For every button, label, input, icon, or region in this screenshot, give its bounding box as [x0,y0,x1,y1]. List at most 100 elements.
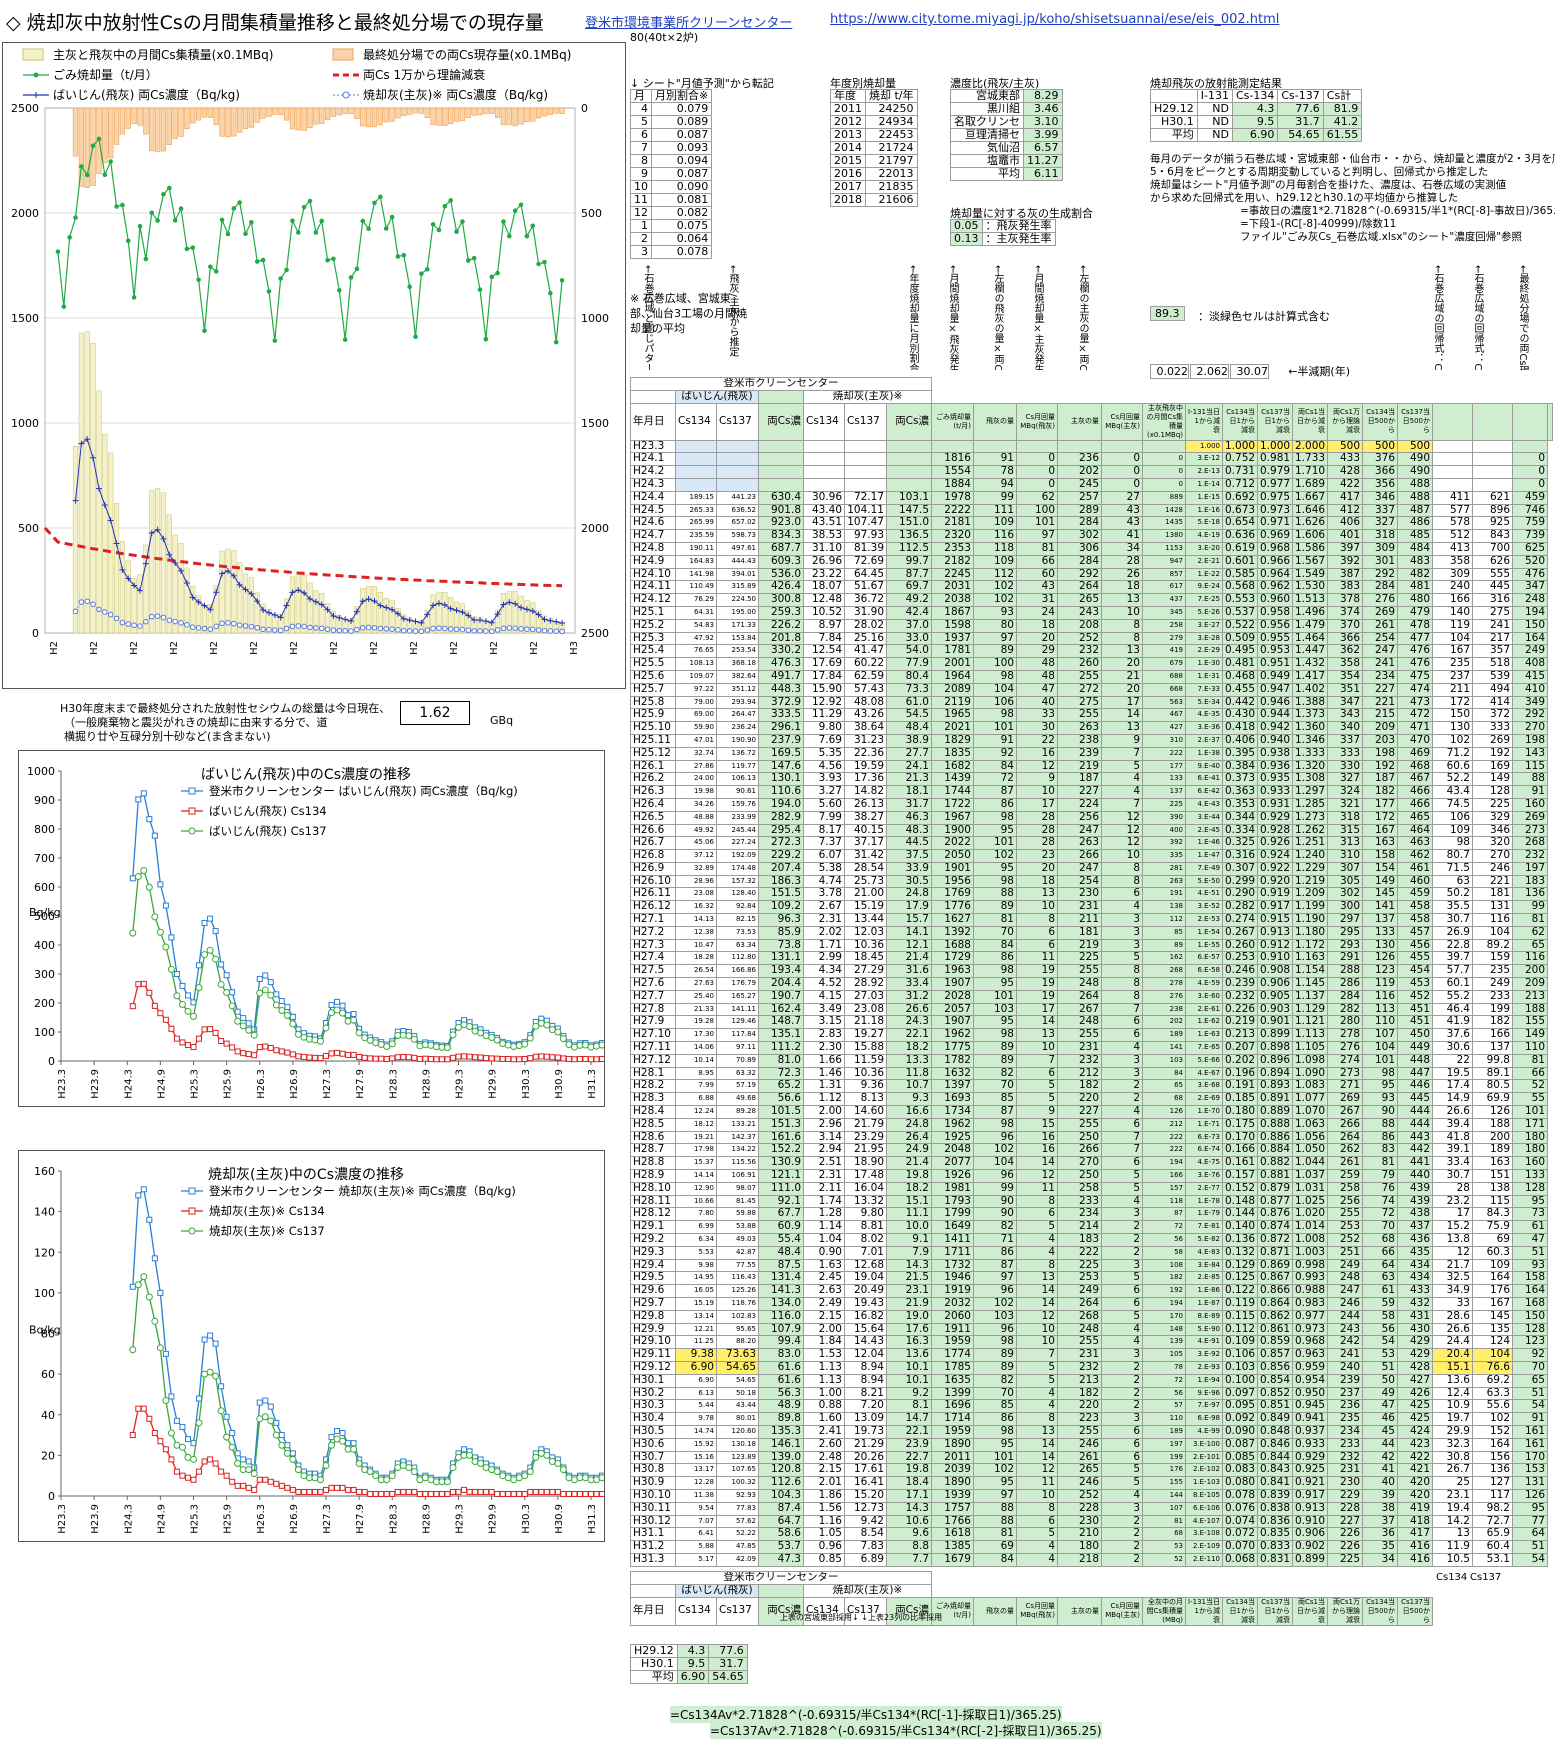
table-cell[interactable]: 5 [1101,951,1143,966]
table-cell[interactable]: H25.3 [630,631,676,646]
table-cell[interactable]: 0.896 [1257,1053,1293,1068]
table-cell[interactable]: H29.12 [630,1360,676,1375]
table-cell[interactable]: 1397 [931,1079,974,1094]
table-cell[interactable]: 0.881 [1257,1169,1293,1183]
table-cell[interactable]: 6 [1101,1424,1143,1439]
table-cell[interactable]: 43.4 [1432,785,1473,799]
table-cell[interactable]: 3.E-36 [1185,721,1223,735]
table-cell[interactable]: 182 [1362,785,1398,799]
table-cell[interactable]: 1.129 [1292,1002,1328,1017]
table-cell[interactable]: 79.00 [675,695,717,710]
table-cell[interactable]: 66 [1512,1066,1548,1081]
table-cell[interactable]: 49.2 [886,593,932,607]
table-cell[interactable]: 1722 [931,797,974,812]
table-cell[interactable]: 7.01 [844,1245,887,1260]
table-cell[interactable]: 520 [1512,554,1548,569]
table-cell[interactable]: 0.585 [1222,567,1258,582]
table-cell[interactable]: 0.937 [1292,1424,1328,1439]
table-cell[interactable]: 83 [1362,1143,1398,1158]
table-cell[interactable]: 3.E-100 [1185,1437,1223,1452]
table-cell[interactable]: 21.4 [886,1156,932,1171]
table-cell[interactable]: 20.4 [1432,1348,1473,1362]
table-cell[interactable]: 21.29 [844,1437,887,1452]
table-cell[interactable]: 0.854 [1257,1373,1293,1388]
table-cell[interactable]: 301 [1362,554,1398,569]
table-cell[interactable]: 427 [1397,1373,1433,1388]
table-cell[interactable]: 164 [1512,1284,1548,1298]
table-cell[interactable]: 490 [1397,452,1433,467]
table-cell[interactable]: 476 [1397,657,1433,671]
table-cell[interactable]: 1.667 [1292,490,1328,505]
table-cell[interactable]: 1.346 [1292,733,1328,748]
table-cell[interactable]: 5.88 [675,1540,717,1554]
table-cell[interactable]: 288 [1327,964,1363,979]
table-cell[interactable]: 7.E-81 [1185,1220,1223,1234]
table-cell[interactable]: 73.63 [716,1348,759,1362]
table-cell[interactable]: 20 [1101,657,1143,671]
table-cell[interactable]: 0.929 [1257,810,1293,825]
table-cell[interactable]: 321 [1327,797,1363,812]
table-cell[interactable]: 70.89 [716,1053,759,1068]
table-cell[interactable]: 0.844 [1257,1450,1293,1465]
table-cell[interactable]: 4.E-67 [1185,1066,1223,1081]
table-cell[interactable]: 2.30 [803,1041,845,1055]
table-cell[interactable]: H31.2 [630,1540,676,1554]
table-cell[interactable]: 1554 [931,465,974,479]
table-cell[interactable]: 0.971 [1257,516,1293,531]
table-cell[interactable]: 13.32 [844,1194,887,1209]
table-cell[interactable]: 1907 [931,977,974,991]
table-cell[interactable]: 679 [1142,657,1186,671]
table-cell[interactable]: 2181 [931,516,974,531]
table-cell[interactable]: 1.137 [1292,989,1328,1004]
table-cell[interactable]: 0.908 [1257,964,1293,979]
table-cell[interactable]: 1937 [931,631,974,646]
table-cell[interactable]: H26.1 [630,759,676,774]
table-cell[interactable]: 5 [1101,1181,1143,1196]
table-cell[interactable]: 6.90 [675,1360,717,1375]
table-cell[interactable]: 433 [1327,452,1363,467]
table-cell[interactable]: 0.673 [1222,503,1258,518]
table-cell[interactable]: 10 [1101,605,1143,620]
table-cell[interactable]: 2038 [931,593,974,607]
table-cell[interactable]: 89.1 [1472,1066,1513,1081]
table-cell[interactable]: 57 [1142,1399,1186,1414]
table-cell[interactable]: 269 [1472,733,1513,748]
table-cell[interactable]: 392 [1327,554,1363,569]
table-cell[interactable]: H27.1 [630,913,676,927]
table-cell[interactable]: 12.28 [675,1476,717,1490]
table-cell[interactable]: 19.21 [675,1130,717,1145]
table-cell[interactable]: 15.2 [1432,1220,1473,1234]
table-cell[interactable]: 152 [1472,1424,1513,1439]
table-cell[interactable] [844,452,887,467]
table-cell[interactable]: 0.968 [1292,1335,1328,1350]
table-cell[interactable]: 64.45 [844,567,887,582]
table-cell[interactable]: 2.83 [803,1028,845,1043]
table-cell[interactable]: 72.17 [844,490,887,505]
table-cell[interactable]: 155 [1142,1476,1186,1490]
table-cell[interactable]: H26.6 [630,823,676,838]
table-cell[interactable]: 1911 [931,1322,974,1337]
table-cell[interactable]: 47 [1362,1399,1398,1414]
table-cell[interactable]: 327 [1327,772,1363,787]
table-cell[interactable]: 48 [1016,669,1058,684]
table-cell[interactable]: 60.6 [1432,759,1473,774]
table-cell[interactable]: 230 [1327,1476,1363,1490]
table-cell[interactable]: 2.15 [803,1309,845,1324]
table-cell[interactable]: 26.4 [886,1130,932,1145]
table-cell[interactable]: 1.60 [803,1412,845,1426]
table-cell[interactable]: 3 [630,245,652,259]
table-cell[interactable]: 1649 [931,1220,974,1234]
table-cell[interactable]: 18.2 [886,1041,932,1055]
table-cell[interactable]: 275 [1057,695,1102,710]
table-cell[interactable]: 5.E-26 [1185,605,1223,620]
table-cell[interactable]: 44 [1362,1437,1398,1452]
table-cell[interactable]: 0.857 [1257,1348,1293,1362]
table-cell[interactable]: 54.65 [716,1360,759,1375]
table-cell[interactable]: 318 [1362,529,1398,543]
table-cell[interactable]: 96 [973,1130,1017,1145]
table-cell[interactable]: 0.083 [1222,1463,1258,1478]
table-cell[interactable]: 246 [1057,1476,1102,1490]
table-cell[interactable]: 62 [1016,490,1058,505]
table-cell[interactable]: 43.44 [716,1399,759,1414]
table-cell[interactable]: 21724 [865,141,918,155]
